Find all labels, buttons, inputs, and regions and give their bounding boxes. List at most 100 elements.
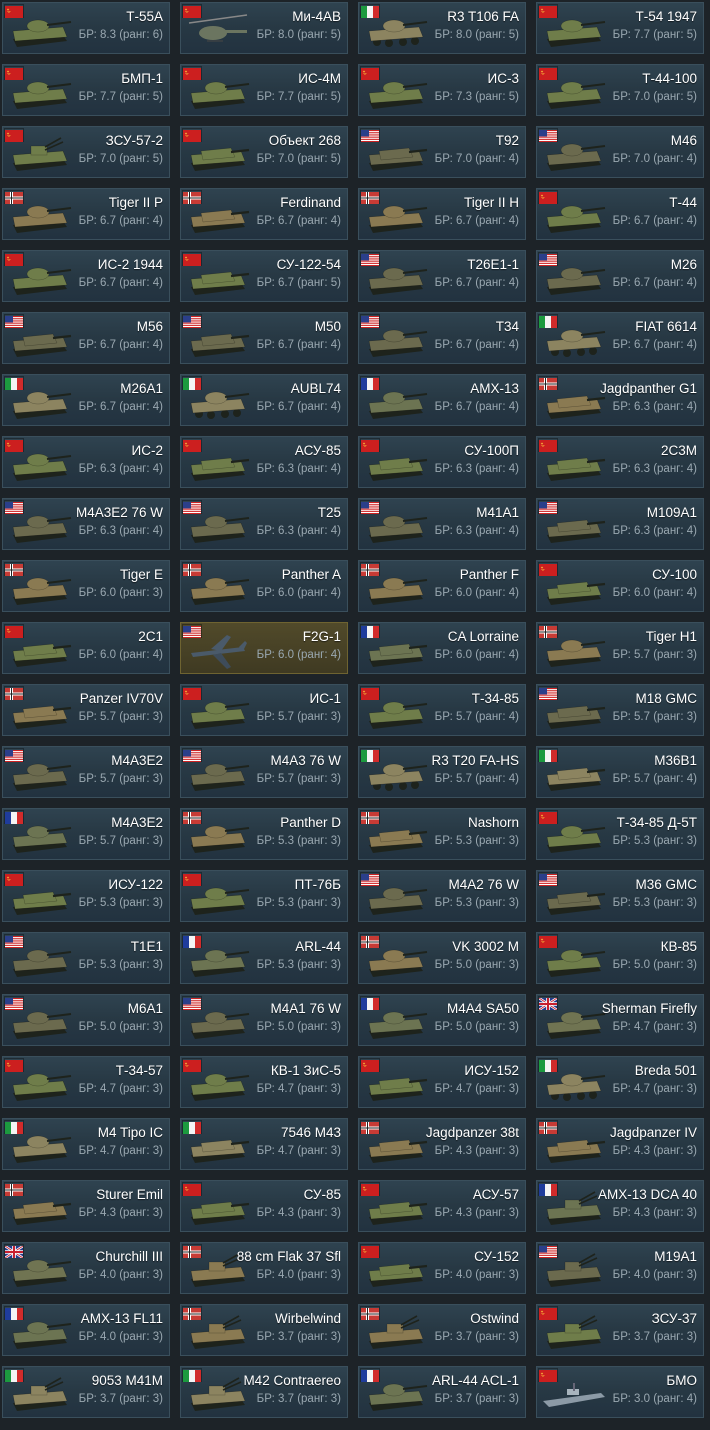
vehicle-name: FIAT 6614	[635, 319, 697, 334]
vehicle-card[interactable]: M109A1 БР: 6.3 (ранг: 4)	[536, 498, 704, 550]
vehicle-card[interactable]: AMX-13 БР: 6.7 (ранг: 4)	[358, 374, 526, 426]
vehicle-card[interactable]: Panther A БР: 6.0 (ранг: 4)	[180, 560, 348, 612]
vehicle-card[interactable]: ЗСУ-57-2 БР: 7.0 (ранг: 5)	[2, 126, 170, 178]
vehicle-card[interactable]: M50 БР: 6.7 (ранг: 4)	[180, 312, 348, 364]
vehicle-card[interactable]: СУ-85 БР: 4.3 (ранг: 3)	[180, 1180, 348, 1232]
vehicle-card[interactable]: ИС-2 1944 БР: 6.7 (ранг: 4)	[2, 250, 170, 302]
vehicle-card[interactable]: Т-55А БР: 8.3 (ранг: 6)	[2, 2, 170, 54]
vehicle-card[interactable]: Nashorn БР: 5.3 (ранг: 3)	[358, 808, 526, 860]
vehicle-card[interactable]: M19A1 БР: 4.0 (ранг: 3)	[536, 1242, 704, 1294]
vehicle-card[interactable]: БМП-1 БР: 7.7 (ранг: 5)	[2, 64, 170, 116]
vehicle-card[interactable]: Т-44 БР: 6.7 (ранг: 4)	[536, 188, 704, 240]
vehicle-card[interactable]: ИС-3 БР: 7.3 (ранг: 5)	[358, 64, 526, 116]
vehicle-card[interactable]: M4A1 76 W БР: 5.0 (ранг: 3)	[180, 994, 348, 1046]
vehicle-card[interactable]: ПТ-76Б БР: 5.3 (ранг: 3)	[180, 870, 348, 922]
vehicle-card[interactable]: Sherman Firefly БР: 4.7 (ранг: 3)	[536, 994, 704, 1046]
vehicle-card[interactable]: M4A3E2 БР: 5.7 (ранг: 3)	[2, 808, 170, 860]
vehicle-card[interactable]: M18 GMC БР: 5.7 (ранг: 3)	[536, 684, 704, 736]
vehicle-card[interactable]: Breda 501 БР: 4.7 (ранг: 3)	[536, 1056, 704, 1108]
vehicle-card[interactable]: M6A1 БР: 5.0 (ранг: 3)	[2, 994, 170, 1046]
vehicle-card[interactable]: VK 3002 M БР: 5.0 (ранг: 3)	[358, 932, 526, 984]
vehicle-card[interactable]: Churchill III БР: 4.0 (ранг: 3)	[2, 1242, 170, 1294]
vehicle-card[interactable]: Tiger II H БР: 6.7 (ранг: 4)	[358, 188, 526, 240]
vehicle-card[interactable]: Ferdinand БР: 6.7 (ранг: 4)	[180, 188, 348, 240]
vehicle-card[interactable]: Tiger II P БР: 6.7 (ранг: 4)	[2, 188, 170, 240]
vehicle-card[interactable]: ИС-2 БР: 6.3 (ранг: 4)	[2, 436, 170, 488]
france-flag-icon	[361, 997, 379, 1010]
vehicle-card[interactable]: AMX-13 DCA 40 БР: 4.3 (ранг: 3)	[536, 1180, 704, 1232]
vehicle-card[interactable]: ИС-4М БР: 7.7 (ранг: 5)	[180, 64, 348, 116]
vehicle-card[interactable]: Tiger E БР: 6.0 (ранг: 3)	[2, 560, 170, 612]
ussr-flag-icon	[5, 873, 23, 886]
vehicle-card[interactable]: Т-34-57 БР: 4.7 (ранг: 3)	[2, 1056, 170, 1108]
usa-flag-icon	[539, 687, 557, 700]
vehicle-card[interactable]: M42 Contraereo БР: 3.7 (ранг: 3)	[180, 1366, 348, 1418]
vehicle-card[interactable]: T25 БР: 6.3 (ранг: 4)	[180, 498, 348, 550]
vehicle-card[interactable]: F2G-1 БР: 6.0 (ранг: 4)	[180, 622, 348, 674]
vehicle-card[interactable]: Jagdpanzer 38t БР: 4.3 (ранг: 3)	[358, 1118, 526, 1170]
vehicle-card[interactable]: M36B1 БР: 5.7 (ранг: 4)	[536, 746, 704, 798]
vehicle-card[interactable]: T92 БР: 7.0 (ранг: 4)	[358, 126, 526, 178]
vehicle-card[interactable]: БМО БР: 3.0 (ранг: 4)	[536, 1366, 704, 1418]
vehicle-card[interactable]: M4A3E2 БР: 5.7 (ранг: 3)	[2, 746, 170, 798]
vehicle-card[interactable]: Т-34-85 Д-5Т БР: 5.3 (ранг: 3)	[536, 808, 704, 860]
vehicle-card[interactable]: T34 БР: 6.7 (ранг: 4)	[358, 312, 526, 364]
vehicle-name: ИС-1	[309, 691, 341, 706]
vehicle-card[interactable]: T26E1-1 БР: 6.7 (ранг: 4)	[358, 250, 526, 302]
vehicle-name: ИС-3	[487, 71, 519, 86]
vehicle-card[interactable]: M4 Tipo IC БР: 4.7 (ранг: 3)	[2, 1118, 170, 1170]
vehicle-card[interactable]: ЗСУ-37 БР: 3.7 (ранг: 3)	[536, 1304, 704, 1356]
vehicle-card[interactable]: ARL-44 ACL-1 БР: 3.7 (ранг: 3)	[358, 1366, 526, 1418]
vehicle-card[interactable]: КВ-85 БР: 5.0 (ранг: 3)	[536, 932, 704, 984]
battle-rating: БР: 6.7 (ранг: 5)	[256, 277, 341, 289]
vehicle-card[interactable]: Tiger H1 БР: 5.7 (ранг: 3)	[536, 622, 704, 674]
vehicle-card[interactable]: Объект 268 БР: 7.0 (ранг: 5)	[180, 126, 348, 178]
vehicle-card[interactable]: M4A4 SA50 БР: 5.0 (ранг: 3)	[358, 994, 526, 1046]
vehicle-card[interactable]: Sturer Emil БР: 4.3 (ранг: 3)	[2, 1180, 170, 1232]
vehicle-card[interactable]: Wirbelwind БР: 3.7 (ранг: 3)	[180, 1304, 348, 1356]
vehicle-card[interactable]: Panther D БР: 5.3 (ранг: 3)	[180, 808, 348, 860]
vehicle-card[interactable]: M26A1 БР: 6.7 (ранг: 4)	[2, 374, 170, 426]
vehicle-card[interactable]: СУ-152 БР: 4.0 (ранг: 3)	[358, 1242, 526, 1294]
vehicle-card[interactable]: Jagdpanther G1 БР: 6.3 (ранг: 4)	[536, 374, 704, 426]
vehicle-card[interactable]: СУ-100 БР: 6.0 (ранг: 4)	[536, 560, 704, 612]
vehicle-card[interactable]: R3 T106 FA БР: 8.0 (ранг: 5)	[358, 2, 526, 54]
vehicle-card[interactable]: CA Lorraine БР: 6.0 (ранг: 4)	[358, 622, 526, 674]
vehicle-card[interactable]: ИСУ-152 БР: 4.7 (ранг: 3)	[358, 1056, 526, 1108]
vehicle-card[interactable]: ARL-44 БР: 5.3 (ранг: 3)	[180, 932, 348, 984]
vehicle-card[interactable]: AUBL74 БР: 6.7 (ранг: 4)	[180, 374, 348, 426]
vehicle-card[interactable]: 9053 M41M БР: 3.7 (ранг: 3)	[2, 1366, 170, 1418]
vehicle-card[interactable]: КВ-1 ЗиС-5 БР: 4.7 (ранг: 3)	[180, 1056, 348, 1108]
vehicle-card[interactable]: M4A3E2 76 W БР: 6.3 (ранг: 4)	[2, 498, 170, 550]
vehicle-card[interactable]: M56 БР: 6.7 (ранг: 4)	[2, 312, 170, 364]
vehicle-card[interactable]: Т-54 1947 БР: 7.7 (ранг: 5)	[536, 2, 704, 54]
vehicle-card[interactable]: AMX-13 FL11 БР: 4.0 (ранг: 3)	[2, 1304, 170, 1356]
vehicle-card[interactable]: Ostwind БР: 3.7 (ранг: 3)	[358, 1304, 526, 1356]
vehicle-card[interactable]: R3 T20 FA-HS БР: 5.7 (ранг: 4)	[358, 746, 526, 798]
vehicle-card[interactable]: M4A2 76 W БР: 5.3 (ранг: 3)	[358, 870, 526, 922]
usa-flag-icon	[183, 315, 201, 328]
vehicle-card[interactable]: M41A1 БР: 6.3 (ранг: 4)	[358, 498, 526, 550]
vehicle-card[interactable]: Jagdpanzer IV БР: 4.3 (ранг: 3)	[536, 1118, 704, 1170]
vehicle-card[interactable]: Panther F БР: 6.0 (ранг: 4)	[358, 560, 526, 612]
vehicle-card[interactable]: 88 cm Flak 37 Sfl БР: 4.0 (ранг: 3)	[180, 1242, 348, 1294]
vehicle-card[interactable]: СУ-100П БР: 6.3 (ранг: 4)	[358, 436, 526, 488]
vehicle-card[interactable]: Panzer IV70V БР: 5.7 (ранг: 3)	[2, 684, 170, 736]
vehicle-card[interactable]: ИС-1 БР: 5.7 (ранг: 3)	[180, 684, 348, 736]
vehicle-card[interactable]: 7546 M43 БР: 4.7 (ранг: 3)	[180, 1118, 348, 1170]
vehicle-card[interactable]: СУ-122-54 БР: 6.7 (ранг: 5)	[180, 250, 348, 302]
vehicle-card[interactable]: M46 БР: 7.0 (ранг: 4)	[536, 126, 704, 178]
vehicle-card[interactable]: M36 GMC БР: 5.3 (ранг: 3)	[536, 870, 704, 922]
vehicle-card[interactable]: Ми-4АВ БР: 8.0 (ранг: 5)	[180, 2, 348, 54]
vehicle-card[interactable]: Т-44-100 БР: 7.0 (ранг: 5)	[536, 64, 704, 116]
vehicle-card[interactable]: АСУ-57 БР: 4.3 (ранг: 3)	[358, 1180, 526, 1232]
vehicle-card[interactable]: T1E1 БР: 5.3 (ранг: 3)	[2, 932, 170, 984]
vehicle-card[interactable]: АСУ-85 БР: 6.3 (ранг: 4)	[180, 436, 348, 488]
vehicle-card[interactable]: ИСУ-122 БР: 5.3 (ранг: 3)	[2, 870, 170, 922]
vehicle-card[interactable]: FIAT 6614 БР: 6.7 (ранг: 4)	[536, 312, 704, 364]
vehicle-card[interactable]: Т-34-85 БР: 5.7 (ранг: 4)	[358, 684, 526, 736]
vehicle-card[interactable]: 2С1 БР: 6.0 (ранг: 4)	[2, 622, 170, 674]
vehicle-card[interactable]: M26 БР: 6.7 (ранг: 4)	[536, 250, 704, 302]
vehicle-card[interactable]: M4A3 76 W БР: 5.7 (ранг: 3)	[180, 746, 348, 798]
vehicle-card[interactable]: 2С3М БР: 6.3 (ранг: 4)	[536, 436, 704, 488]
